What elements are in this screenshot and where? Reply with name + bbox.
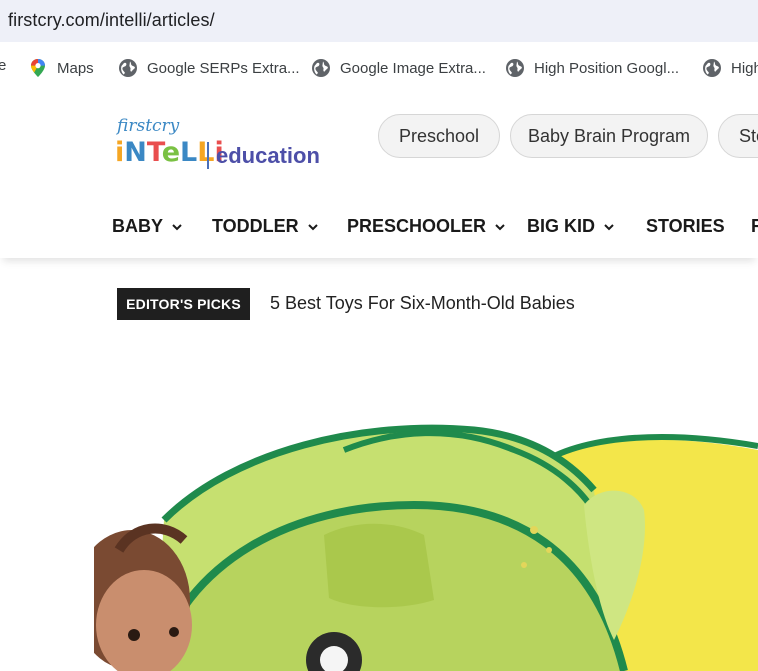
- bookmark-label: Google Image Extra...: [340, 59, 486, 77]
- chevron-down-icon: [172, 223, 182, 230]
- nav-item-big-kid[interactable]: BIG KID: [527, 216, 614, 237]
- main-nav: BABY TODDLER PRESCHOOLER BIG KID STORIES…: [0, 216, 758, 242]
- nav-label: BABY: [112, 216, 164, 236]
- bookmark-google-serps[interactable]: Google SERPs Extra...: [118, 57, 300, 79]
- nav-item-preschooler[interactable]: PRESCHOOLER: [347, 216, 505, 237]
- nav-label: R: [751, 216, 758, 236]
- logo-letter: T: [146, 137, 162, 168]
- play-tunnel-illustration: [94, 410, 758, 671]
- chevron-down-icon: [604, 223, 614, 230]
- logo-letter: i: [115, 137, 125, 168]
- nav-item-baby[interactable]: BABY: [112, 216, 182, 237]
- bookmark-high-position[interactable]: High Position Googl...: [505, 57, 679, 79]
- nav-label: TODDLER: [212, 216, 299, 236]
- pill-baby-brain-program[interactable]: Baby Brain Program: [510, 114, 708, 158]
- google-maps-pin-icon: [31, 59, 45, 77]
- url-text[interactable]: firstcry.com/intelli/articles/: [8, 10, 215, 31]
- nav-label: BIG KID: [527, 216, 596, 236]
- bookmark-maps[interactable]: Maps: [28, 57, 94, 79]
- logo-firstcry-text: firstcry: [117, 116, 180, 136]
- site-logo[interactable]: firstcry iNTeLLi education: [115, 116, 330, 176]
- nav-label: STORIES: [646, 216, 725, 236]
- hero-image[interactable]: [94, 410, 758, 671]
- nav-label: PRESCHOOLER: [347, 216, 487, 236]
- bookmarks-bar: e Maps Google SERPs Extra... Google Imag…: [0, 42, 758, 94]
- logo-letter: L: [197, 137, 215, 168]
- chevron-down-icon: [495, 223, 505, 230]
- badge-label: EDITOR'S PICKS: [126, 296, 241, 312]
- logo-letter: e: [161, 137, 181, 168]
- pill-label: Baby Brain Program: [527, 125, 691, 146]
- pill-label: Ste: [739, 125, 758, 146]
- logo-education-text: education: [216, 143, 320, 168]
- bookmark-label: Maps: [57, 59, 94, 77]
- logo-divider: [207, 142, 209, 169]
- bookmark-truncated[interactable]: e: [0, 57, 6, 74]
- nav-item-toddler[interactable]: TODDLER: [212, 216, 318, 237]
- pill-preschool[interactable]: Preschool: [378, 114, 500, 158]
- editors-picks-badge: EDITOR'S PICKS: [117, 288, 250, 320]
- pill-label: Preschool: [398, 125, 480, 146]
- globe-icon: [506, 59, 524, 77]
- site-header: firstcry iNTeLLi education Preschool Bab…: [0, 94, 758, 258]
- globe-icon: [119, 59, 137, 77]
- globe-icon: [703, 59, 721, 77]
- bookmark-high-truncated[interactable]: High: [702, 57, 758, 79]
- bookmark-label: High: [731, 59, 758, 77]
- bookmark-label: Google SERPs Extra...: [147, 59, 300, 77]
- nav-item-stories[interactable]: STORIES: [646, 216, 725, 237]
- logo-letter: L: [180, 137, 198, 168]
- editors-picks-article-link[interactable]: 5 Best Toys For Six-Month-Old Babies: [270, 293, 575, 314]
- nav-item-truncated[interactable]: R: [751, 216, 758, 237]
- bookmark-google-image[interactable]: Google Image Extra...: [311, 57, 486, 79]
- bookmark-label: High Position Googl...: [534, 59, 680, 77]
- globe-icon: [312, 59, 330, 77]
- logo-letter: N: [124, 137, 147, 168]
- pill-truncated[interactable]: Ste: [718, 114, 758, 158]
- address-bar[interactable]: firstcry.com/intelli/articles/: [0, 0, 758, 42]
- chevron-down-icon: [307, 223, 318, 230]
